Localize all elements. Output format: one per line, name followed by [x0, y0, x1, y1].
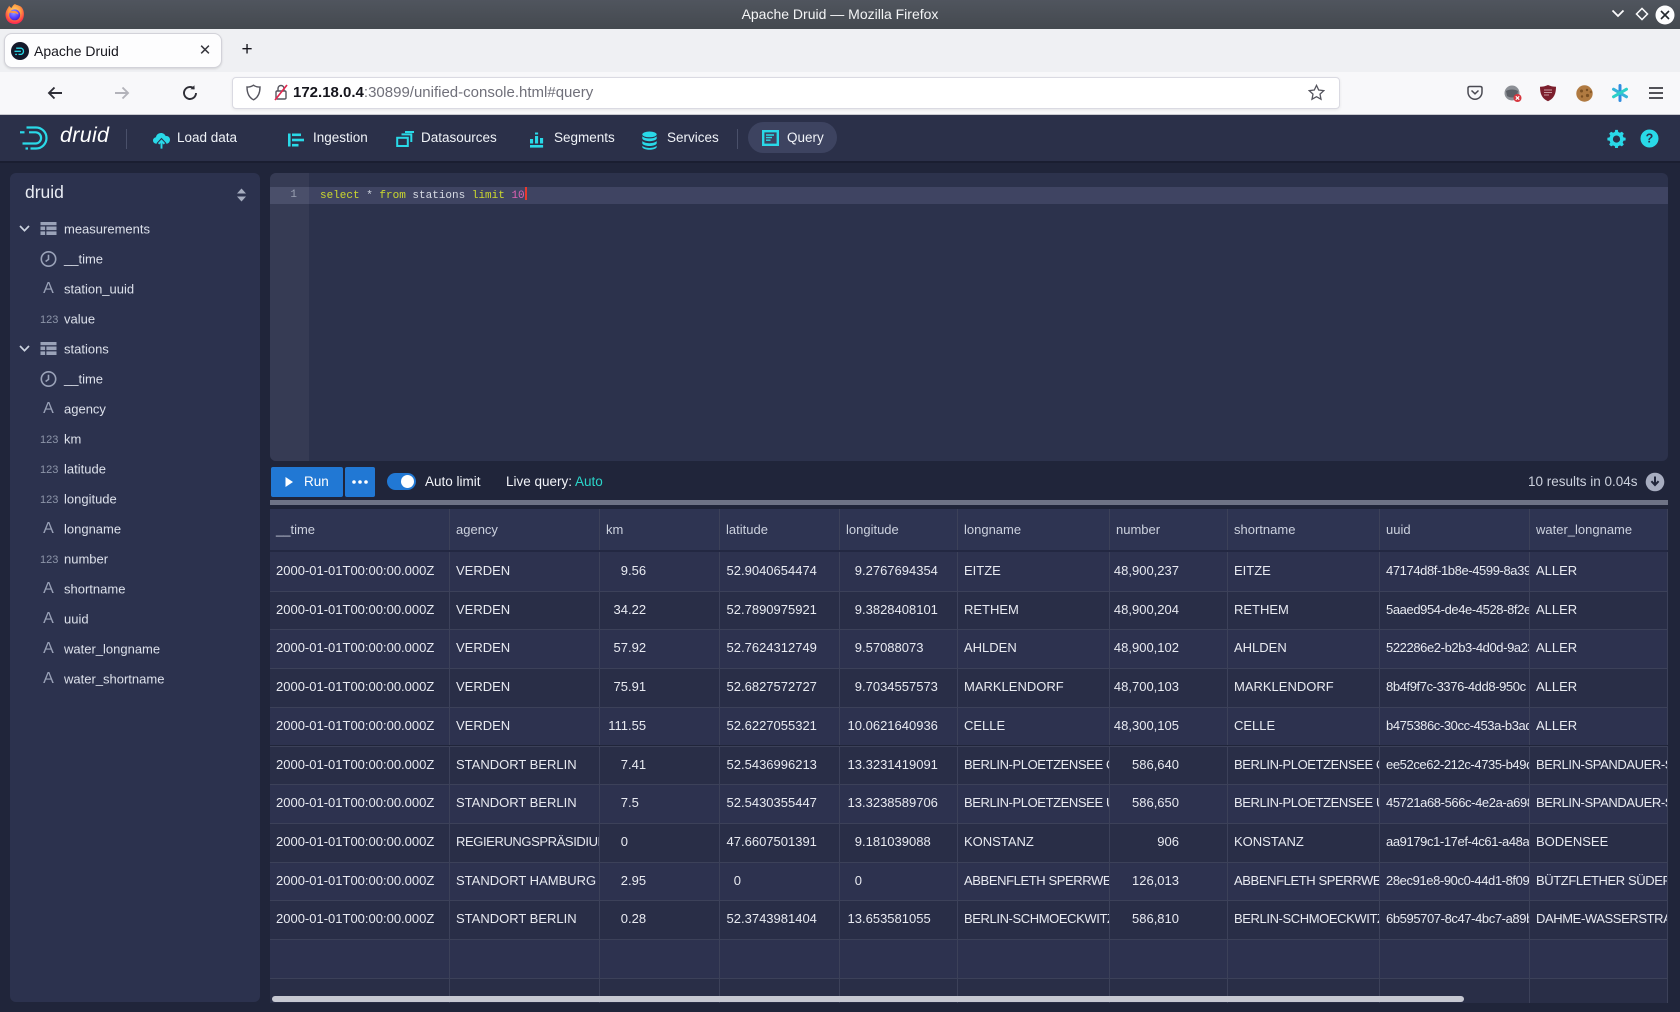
svg-text:?: ? — [1646, 132, 1654, 146]
